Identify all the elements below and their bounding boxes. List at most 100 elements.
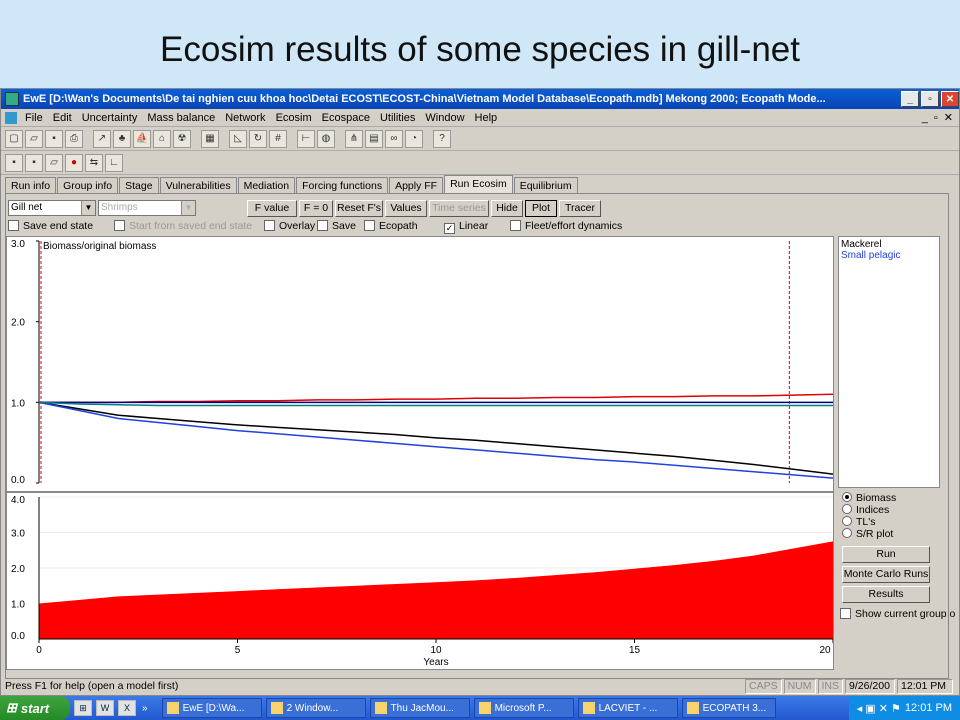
open-folder-icon[interactable]: ▱ [25,129,43,148]
tab-equilibrium[interactable]: Equilibrium [513,177,578,193]
plot-button[interactable]: Plot [525,200,557,217]
chevron-down-icon: ▼ [181,201,195,215]
mdi-minimize-button[interactable]: _ [922,112,928,124]
group-select[interactable]: Shrimps ▼ [98,200,196,216]
axis-icon[interactable]: ∟ [105,153,123,172]
cycle-icon[interactable]: ↻ [249,129,267,148]
tab-run-info[interactable]: Run info [5,177,57,193]
run-button[interactable]: Run [842,546,930,563]
triangle-chart-icon[interactable]: ◺ [229,129,247,148]
menu-ecosim[interactable]: Ecosim [276,112,312,124]
mdi-close-button[interactable]: ✕ [944,111,953,124]
mdi-restore-button[interactable]: ▫ [934,112,938,124]
status-time: 12:01 PM [897,678,954,694]
globe-icon[interactable]: ◍ [317,129,335,148]
show-desktop-icon[interactable]: ⊞ [74,700,92,716]
overlay-check[interactable]: Overlay [264,220,315,232]
excel-icon[interactable]: X [118,700,136,716]
boat-icon[interactable]: ⛵ [133,129,151,148]
fleet-effort-check[interactable]: Fleet/effort dynamics [510,220,622,232]
tab-forcing-functions[interactable]: Forcing functions [296,177,389,193]
minimize-button[interactable]: _ [901,91,919,107]
radio-biomass[interactable]: Biomass [842,492,896,504]
start-button[interactable]: ⊞ start [0,696,70,720]
document-icon [5,111,17,124]
save-disk-icon[interactable]: ▪ [5,153,23,172]
menu-help[interactable]: Help [475,112,498,124]
values-button[interactable]: Values [385,200,427,217]
save-label: Save [332,220,356,232]
save-end-state-check[interactable]: Save end state [8,220,93,232]
f-zero-button[interactable]: F = 0 [299,200,333,217]
calculator-icon[interactable]: ▦ [201,129,219,148]
chart-line-icon[interactable]: ↗ [93,129,111,148]
taskbar-item-lacviet[interactable]: LACVIET - ... [577,698,678,718]
menu-network[interactable]: Network [225,112,265,124]
tab-group-info[interactable]: Group info [57,177,119,193]
tray-icons[interactable]: ◂ ▣ ✕ ⚑ [857,702,901,715]
catch-chart: 4.0 3.0 2.0 1.0 0.0 0 5 10 15 20 Years [11,495,834,668]
start-from-saved-check[interactable]: Start from saved end state [114,220,252,232]
tab-stage[interactable]: Stage [119,177,159,193]
grid-icon[interactable]: # [269,129,287,148]
range-icon[interactable]: ⊢ [297,129,315,148]
fleet-effort-label: Fleet/effort dynamics [525,220,623,232]
radio-sr-plot[interactable]: S/R plot [842,528,893,540]
radiation-icon[interactable]: ☢ [173,129,191,148]
link-icon[interactable]: ⇆ [85,153,103,172]
menu-ecospace[interactable]: Ecospace [322,112,370,124]
taskbar-item-lacviet-label: LACVIET - ... [598,702,658,714]
save-icon[interactable]: ▪ [45,129,63,148]
radio-tls[interactable]: TL's [842,516,876,528]
radio-indices[interactable]: Indices [842,504,889,516]
fleet-select[interactable]: Gill net ▼ [8,200,96,216]
tracer-button[interactable]: Tracer [559,200,601,217]
binoculars-icon[interactable]: ∞ [385,129,403,148]
save-as-icon[interactable]: ▪ [25,153,43,172]
f-value-button[interactable]: F value [247,200,297,217]
group-select-value: Shrimps [101,202,138,213]
save-check[interactable]: Save [317,220,356,232]
table-icon[interactable]: ▤ [365,129,383,148]
quicklaunch-chevron[interactable]: » [142,703,148,714]
home-icon[interactable]: ⌂ [153,129,171,148]
menu-edit[interactable]: Edit [53,112,72,124]
ecopath-check[interactable]: Ecopath [364,220,418,232]
restore-button[interactable]: ▫ [921,91,939,107]
reset-f-button[interactable]: Reset F's [335,200,383,217]
tab-apply-ff[interactable]: Apply FF [389,177,444,193]
help-icon[interactable]: ? [433,129,451,148]
network-icon[interactable]: ⋔ [345,129,363,148]
tree-icon[interactable]: ♣ [113,129,131,148]
linear-check[interactable]: ✓ Linear [444,220,488,234]
window-titlebar[interactable]: EwE [D:\Wan's Documents\De tai nghien cu… [1,89,959,109]
results-button[interactable]: Results [842,586,930,603]
menu-utilities[interactable]: Utilities [380,112,415,124]
menu-mass-balance[interactable]: Mass balance [147,112,215,124]
menu-window[interactable]: Window [425,112,464,124]
monte-carlo-button[interactable]: Monte Carlo Runs [842,566,930,583]
menu-file[interactable]: File [25,112,43,124]
new-file-icon[interactable]: ▢ [5,129,23,148]
taskbar-item-ewe[interactable]: EwE [D:\Wa... [161,698,262,718]
time-series-button[interactable]: Time series [429,200,489,217]
taskbar-item-word[interactable]: Thu JacMou... [369,698,470,718]
taskbar-item-ecopath[interactable]: ECOPATH 3... [681,698,776,718]
word-icon[interactable]: W [96,700,114,716]
taskbar-item-powerpoint[interactable]: Microsoft P... [473,698,574,718]
pie-chart-icon[interactable]: ◔ [405,129,423,148]
ecopath-label: Ecopath [379,220,418,232]
tab-run-ecosim[interactable]: Run Ecosim [444,175,513,193]
tab-mediation[interactable]: Mediation [237,177,296,193]
tab-vulnerabilities[interactable]: Vulnerabilities [159,177,237,193]
show-current-group-check[interactable]: Show current group o [840,608,955,620]
print-icon[interactable]: ⎙ [65,129,83,148]
open-icon[interactable]: ▱ [45,153,63,172]
hide-button[interactable]: Hide [491,200,523,217]
overlay-label: Overlay [279,220,316,232]
close-button[interactable]: ✕ [941,91,959,107]
stop-icon[interactable]: ● [65,153,83,172]
x-tick-label: 5 [235,645,241,656]
taskbar-item-windows[interactable]: 2 Window... [265,698,366,718]
menu-uncertainty[interactable]: Uncertainty [82,112,138,124]
